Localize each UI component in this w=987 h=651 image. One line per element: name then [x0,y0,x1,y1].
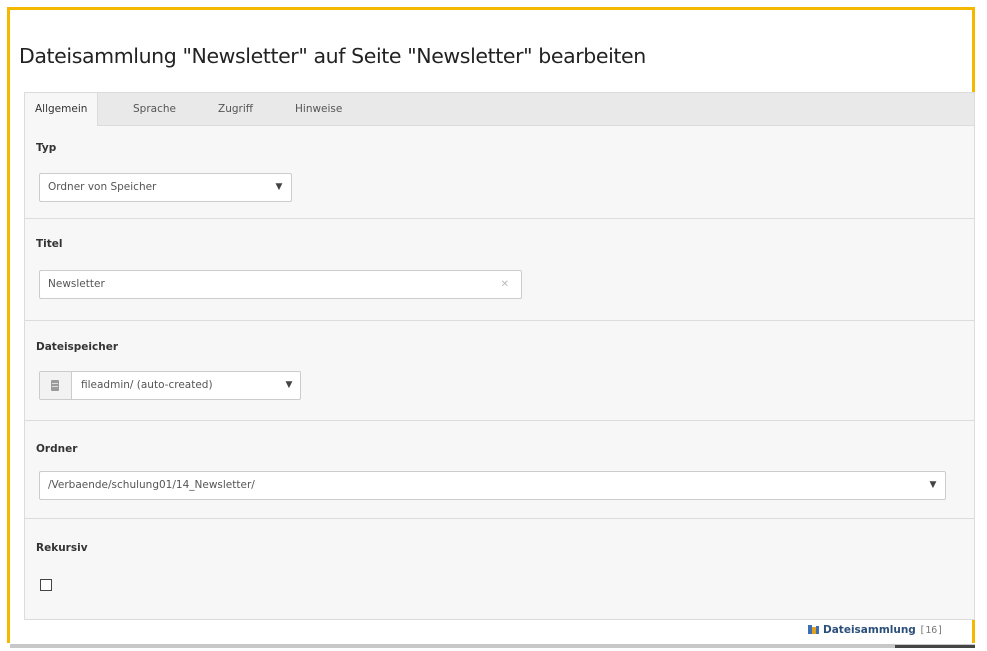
tab-allgemein[interactable]: Allgemein [25,93,99,126]
section-typ: Typ Ordner von Speicher ▼ [25,126,974,219]
ordner-select[interactable]: /Verbaende/schulung01/14_Newsletter/ ▼ [39,471,946,500]
dateispeicher-select-value: fileadmin/ (auto-created) [81,379,213,391]
page-title: Dateisammlung "Newsletter" auf Seite "Ne… [19,44,646,68]
edit-form-panel: Allgemein Sprache Zugriff Hinweise Typ O… [24,92,975,620]
record-id: [16] [919,625,944,636]
titel-input-value: Newsletter [48,278,105,290]
tab-hinweise[interactable]: Hinweise [295,93,342,125]
bottom-divider [10,644,975,648]
bottom-divider-dark [895,645,975,648]
record-type: Dateisammlung [823,624,916,636]
clear-icon[interactable]: ✕ [501,271,509,298]
section-ordner: Ordner /Verbaende/schulung01/14_Newslett… [25,421,974,519]
tab-bar: Allgemein Sprache Zugriff Hinweise [25,93,974,126]
dateispeicher-select[interactable]: fileadmin/ (auto-created) ▼ [39,371,301,400]
titel-input[interactable]: Newsletter ✕ [39,270,522,299]
file-collection-icon [808,625,819,634]
rekursiv-label: Rekursiv [36,542,88,554]
record-reference[interactable]: Dateisammlung [16] [808,624,943,636]
ordner-label: Ordner [36,443,78,455]
typ-label: Typ [36,142,57,154]
typ-select[interactable]: Ordner von Speicher ▼ [39,173,292,202]
typ-select-value: Ordner von Speicher [48,181,157,193]
rekursiv-checkbox[interactable] [40,579,52,591]
ordner-select-value: /Verbaende/schulung01/14_Newsletter/ [48,479,255,491]
storage-icon [51,380,59,391]
chevron-down-icon: ▼ [285,380,293,390]
section-rekursiv: Rekursiv [25,519,974,620]
titel-label: Titel [36,238,63,250]
tab-zugriff[interactable]: Zugriff [218,93,253,125]
storage-addon [40,372,72,399]
dateispeicher-label: Dateispeicher [36,341,119,353]
section-dateispeicher: Dateispeicher fileadmin/ (auto-created) … [25,321,974,421]
chevron-down-icon: ▼ [929,480,937,490]
tab-sprache[interactable]: Sprache [133,93,176,125]
section-titel: Titel Newsletter ✕ [25,219,974,321]
chevron-down-icon: ▼ [275,182,283,192]
